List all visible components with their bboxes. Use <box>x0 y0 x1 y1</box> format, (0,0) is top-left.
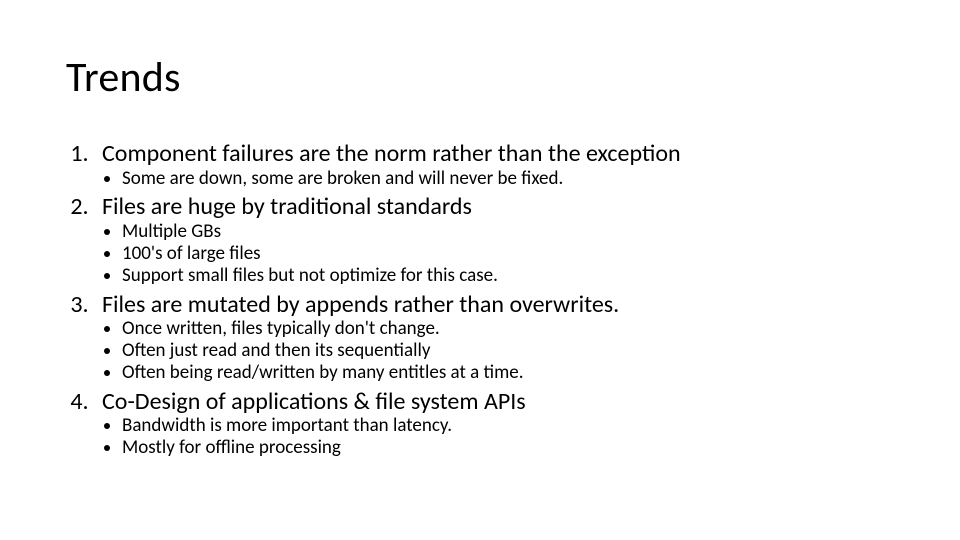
list-item: Files are mutated by appends rather than… <box>94 291 896 384</box>
sub-list-item: Often being read/written by many entitle… <box>122 362 896 384</box>
numbered-list: Component failures are the norm rather t… <box>66 140 896 459</box>
list-item: Co-Design of applications & file system … <box>94 388 896 459</box>
list-item-text: Files are huge by traditional standards <box>102 192 472 221</box>
sub-list: Bandwidth is more important than latency… <box>102 415 896 459</box>
sub-list-item: Often just read and then its sequentiall… <box>122 340 896 362</box>
list-item-text: Co-Design of applications & file system … <box>102 387 526 416</box>
list-item-text: Files are mutated by appends rather than… <box>102 290 619 319</box>
slide-content: Component failures are the norm rather t… <box>66 140 896 463</box>
sub-list-item: Bandwidth is more important than latency… <box>122 415 896 437</box>
sub-list-item: Some are down, some are broken and will … <box>122 168 896 190</box>
sub-list: Multiple GBs 100's of large files Suppor… <box>102 221 896 287</box>
sub-list-item: Once written, files typically don't chan… <box>122 318 896 340</box>
sub-list-item: Support small files but not optimize for… <box>122 265 896 287</box>
sub-list: Some are down, some are broken and will … <box>102 168 896 190</box>
sub-list-item: 100's of large files <box>122 243 896 265</box>
list-item-text: Component failures are the norm rather t… <box>102 139 681 168</box>
sub-list: Once written, files typically don't chan… <box>102 318 896 384</box>
list-item: Component failures are the norm rather t… <box>94 140 896 189</box>
sub-list-item: Multiple GBs <box>122 221 896 243</box>
slide: Trends Component failures are the norm r… <box>0 0 960 540</box>
sub-list-item: Mostly for offline processing <box>122 437 896 459</box>
list-item: Files are huge by traditional standards … <box>94 193 896 286</box>
slide-title: Trends <box>66 52 181 103</box>
